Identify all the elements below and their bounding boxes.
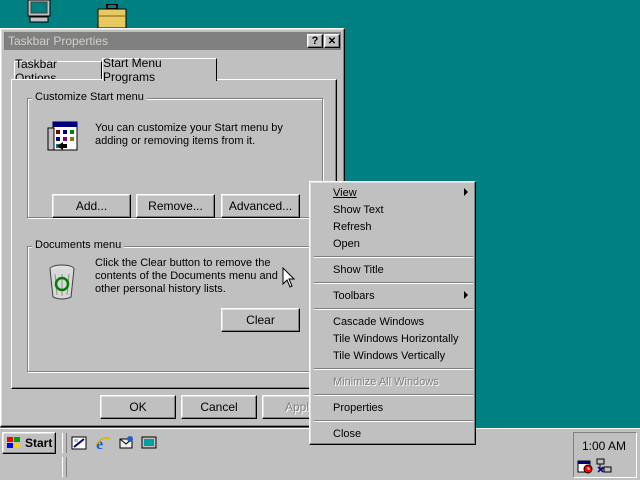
menu-item-show-text[interactable]: Show Text [313, 201, 474, 218]
menu-item-view[interactable]: View [313, 184, 474, 201]
close-button[interactable]: ✕ [324, 34, 340, 48]
menu-separator [314, 394, 473, 396]
remove-button[interactable]: Remove... [136, 194, 215, 218]
recycle-bin-icon [47, 264, 77, 300]
channels-icon[interactable] [141, 435, 157, 451]
start-label: Start [25, 436, 53, 450]
ok-button[interactable]: OK [100, 395, 176, 419]
mouse-cursor-icon [282, 266, 296, 289]
tab-start-menu-programs[interactable]: Start Menu Programs [102, 56, 217, 84]
title-bar: Taskbar Properties [4, 32, 341, 50]
show-desktop-icon[interactable] [71, 435, 87, 451]
briefcase-icon[interactable] [96, 3, 128, 29]
clock[interactable]: 1:00 AM [582, 439, 634, 453]
documents-legend: Documents menu [32, 239, 125, 251]
menu-item-open[interactable]: Open [313, 235, 474, 252]
menu-separator [314, 282, 473, 284]
add-button[interactable]: Add... [52, 194, 131, 218]
customize-legend: Customize Start menu [32, 91, 147, 103]
cancel-button[interactable]: Cancel [181, 395, 257, 419]
menu-item-toolbars[interactable]: Toolbars [313, 287, 474, 304]
network-icon[interactable] [596, 458, 612, 474]
submenu-arrow-icon [464, 188, 468, 196]
tab-panel: Customize Start menu You can customize y… [11, 79, 337, 389]
system-tray: 1:00 AM [573, 432, 637, 478]
menu-item-refresh[interactable]: Refresh [313, 218, 474, 235]
documents-description: Click the Clear button to remove the con… [95, 257, 278, 295]
tab-taskbar-options[interactable]: Taskbar Options [14, 57, 102, 85]
menu-item-show-title[interactable]: Show Title [313, 261, 474, 278]
clear-button[interactable]: Clear [221, 308, 300, 332]
menu-item-cascade-windows[interactable]: Cascade Windows [313, 313, 474, 330]
taskbar-properties-window: Taskbar Properties ? ✕ Taskbar Options S… [0, 28, 345, 427]
quick-launch-grip[interactable] [62, 433, 67, 453]
menu-item-close[interactable]: Close [313, 425, 474, 442]
start-menu-settings-icon [45, 118, 79, 152]
submenu-arrow-icon [464, 291, 468, 299]
menu-item-tile-horizontally[interactable]: Tile Windows Horizontally [313, 330, 474, 347]
internet-explorer-icon[interactable]: e [95, 435, 111, 453]
outlook-express-icon[interactable] [118, 435, 134, 451]
scheduler-icon[interactable] [577, 458, 593, 474]
window-title: Taskbar Properties [8, 34, 109, 48]
menu-separator [314, 420, 473, 422]
menu-separator [314, 368, 473, 370]
menu-separator [314, 308, 473, 310]
help-button[interactable]: ? [307, 34, 323, 48]
my-computer-icon[interactable] [26, 0, 52, 24]
start-button[interactable]: Start [2, 432, 56, 454]
menu-separator [314, 256, 473, 258]
advanced-button[interactable]: Advanced... [221, 194, 300, 218]
taskbar-row-divider [62, 457, 67, 477]
menu-item-minimize-all: Minimize All Windows [333, 375, 439, 388]
windows-logo-icon [6, 436, 22, 450]
menu-item-tile-vertically[interactable]: Tile Windows Vertically [313, 347, 474, 364]
menu-item-properties[interactable]: Properties [313, 399, 474, 416]
customize-description: You can customize your Start menu by add… [95, 122, 283, 147]
taskbar-context-menu: View Show Text Refresh Open Show Title T… [309, 181, 476, 445]
